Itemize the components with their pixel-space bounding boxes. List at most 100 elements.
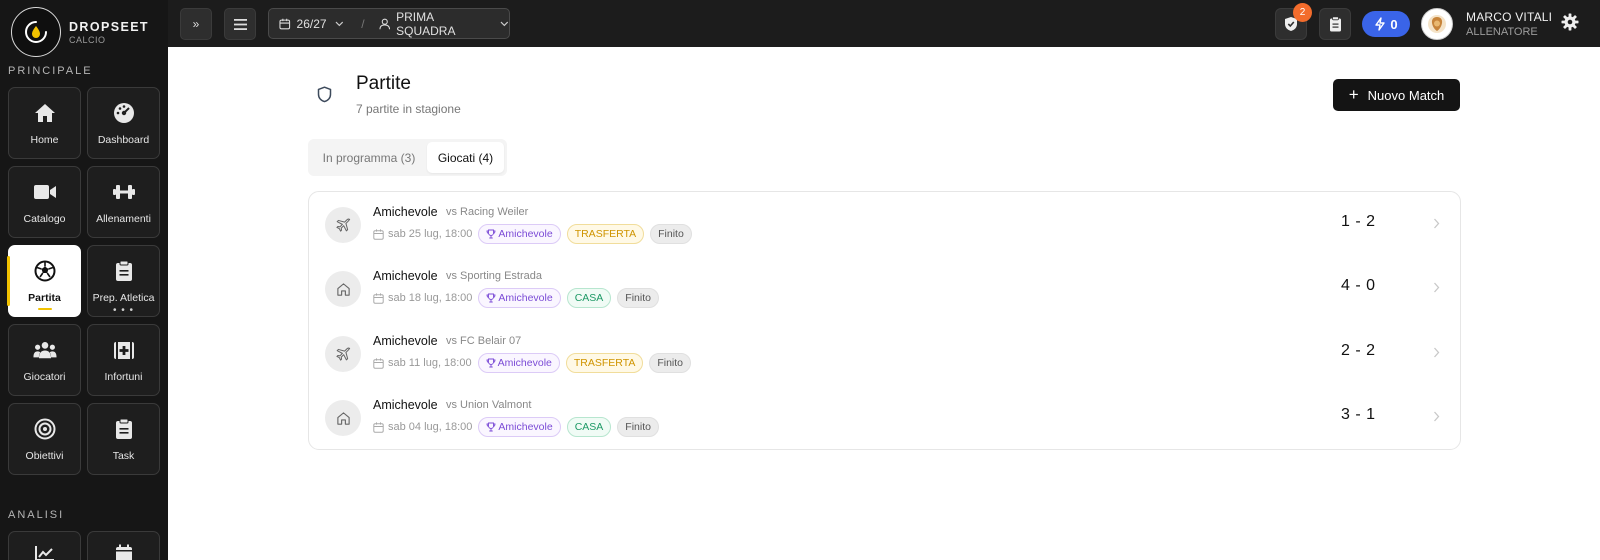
match-score: 2 - 2 — [1341, 342, 1376, 359]
match-date: sab 11 lug, 18:00 — [388, 357, 472, 369]
section-label-principale: PRINCIPALE — [8, 65, 93, 77]
team-value: PRIMA SQUADRA — [396, 9, 456, 38]
target-icon — [33, 417, 57, 441]
competition-tag: Amichevole — [478, 417, 561, 437]
sidebar-item-label: Giocatori — [23, 370, 66, 383]
notifications-button[interactable]: 2 — [1275, 3, 1312, 40]
match-opponent: vs Union Valmont — [446, 399, 532, 411]
chevron-right-icon[interactable] — [1433, 218, 1440, 229]
match-row[interactable]: Amichevole vs Racing Weiler sab 25 lug, … — [309, 192, 1460, 256]
match-tabs: In programma (3) Giocati (4) — [308, 139, 507, 176]
sidebar-item-infortuni[interactable]: Infortuni — [87, 324, 160, 396]
gear-icon — [1561, 13, 1579, 31]
sidebar-item-analysis-calendar[interactable] — [87, 531, 160, 560]
match-date: sab 25 lug, 18:00 — [388, 228, 473, 240]
calendar-icon — [279, 18, 291, 29]
more-dots-icon: • • • — [112, 305, 135, 316]
plane-icon — [325, 207, 361, 243]
lion-crest-icon — [1428, 15, 1446, 33]
competition-tag-label: Amichevole — [498, 421, 553, 433]
sidebar-item-analysis-chart[interactable] — [8, 531, 81, 560]
sidebar-item-label: Dashboard — [97, 133, 150, 146]
calendar-icon — [373, 357, 384, 369]
user-icon — [379, 18, 390, 29]
match-opponent: vs Sporting Estrada — [446, 270, 542, 282]
brand-sub: CALCIO — [69, 34, 106, 45]
sidebar-item-obiettivi[interactable]: Obiettivi — [8, 403, 81, 475]
calendar-icon — [373, 292, 384, 304]
avatar[interactable] — [1421, 8, 1453, 40]
tab-in-programma[interactable]: In programma (3) — [311, 142, 427, 173]
chevron-down-icon[interactable] — [500, 21, 509, 27]
sidebar-item-prep-atletica[interactable]: Prep. Atletica • • • — [87, 245, 160, 317]
match-row[interactable]: Amichevole vs Sporting Estrada sab 18 lu… — [309, 256, 1460, 320]
season-team-selector[interactable]: 26/27 / PRIMA SQUADRA — [268, 8, 510, 39]
match-competition: Amichevole — [373, 398, 438, 412]
shield-icon — [317, 86, 332, 103]
competition-tag: Amichevole — [478, 224, 561, 244]
chevron-right-icon[interactable] — [1433, 411, 1440, 422]
trophy-icon — [486, 358, 496, 368]
sidebar-item-giocatori[interactable]: Giocatori — [8, 324, 81, 396]
user-info[interactable]: MARCO VITALI ALLENATORE — [1466, 10, 1552, 38]
settings-button[interactable] — [1561, 13, 1579, 36]
active-underline — [38, 308, 52, 310]
new-match-button[interactable]: + Nuovo Match — [1333, 79, 1460, 111]
user-role: ALLENATORE — [1466, 26, 1538, 38]
energy-counter[interactable]: 0 — [1362, 11, 1410, 37]
plane-icon — [325, 336, 361, 372]
menu-icon — [233, 18, 247, 30]
sidebar-item-allenamenti[interactable]: Allenamenti — [87, 166, 160, 238]
sidebar-item-label: Home — [30, 133, 59, 146]
logo-icon — [11, 7, 61, 57]
plus-icon: + — [1348, 85, 1359, 104]
top-bar: » 26/27 / PRIMA SQUADRA 2 0 MARCO VITALI… — [168, 0, 1600, 47]
notification-count-badge: 2 — [1293, 3, 1312, 22]
calendar-check-icon — [112, 544, 136, 560]
page-subtitle: 7 partite in stagione — [356, 102, 461, 116]
energy-value: 0 — [1390, 16, 1398, 32]
chevron-right-icon[interactable] — [1433, 282, 1440, 293]
tasks-button[interactable] — [1319, 8, 1351, 40]
home-icon — [33, 101, 57, 125]
match-row[interactable]: Amichevole vs Union Valmont sab 04 lug, … — [309, 385, 1460, 449]
sidebar-item-catalogo[interactable]: Catalogo — [8, 166, 81, 238]
calendar-icon — [373, 421, 384, 433]
users-icon — [32, 338, 57, 362]
expand-sidebar-button[interactable]: » — [180, 8, 212, 40]
status-badge: Finito — [617, 417, 659, 437]
match-list: Amichevole vs Racing Weiler sab 25 lug, … — [308, 191, 1461, 450]
sidebar-item-home[interactable]: Home — [8, 87, 81, 159]
clipboard-icon — [1329, 16, 1341, 32]
sidebar-item-task[interactable]: Task — [87, 403, 160, 475]
sidebar-item-partita[interactable]: Partita — [7, 245, 81, 317]
match-row[interactable]: Amichevole vs FC Belair 07 sab 11 lug, 1… — [309, 321, 1460, 385]
venue-tag: CASA — [566, 417, 612, 437]
competition-tag-label: Amichevole — [497, 357, 552, 369]
video-icon — [33, 180, 57, 204]
sidebar-item-label: Obiettivi — [25, 449, 64, 462]
selector-separator: / — [361, 16, 365, 31]
brand[interactable]: DROPSEET CALCIO — [11, 7, 149, 57]
match-competition: Amichevole — [373, 205, 438, 219]
sidebar-nav-analysis — [8, 531, 160, 560]
chevron-down-icon[interactable] — [335, 21, 344, 27]
menu-button[interactable] — [224, 8, 256, 40]
status-badge: Finito — [649, 353, 692, 373]
match-score: 1 - 2 — [1341, 213, 1376, 230]
dashboard-icon — [112, 101, 136, 125]
venue-tag: CASA — [566, 288, 612, 308]
page-title: Partite — [356, 73, 411, 94]
trophy-icon — [486, 229, 496, 239]
lightning-icon — [1375, 17, 1386, 31]
sidebar-item-label: Task — [112, 449, 135, 462]
sidebar-item-label: Catalogo — [23, 212, 66, 225]
tab-giocati[interactable]: Giocati (4) — [427, 142, 504, 173]
status-badge: Finito — [617, 288, 659, 308]
calendar-icon — [373, 228, 384, 240]
chevron-right-icon[interactable] — [1433, 347, 1440, 358]
user-name: MARCO VITALI — [1466, 10, 1553, 24]
sidebar-item-dashboard[interactable]: Dashboard — [87, 87, 160, 159]
trophy-icon — [486, 293, 496, 303]
match-date: sab 18 lug, 18:00 — [388, 292, 473, 304]
